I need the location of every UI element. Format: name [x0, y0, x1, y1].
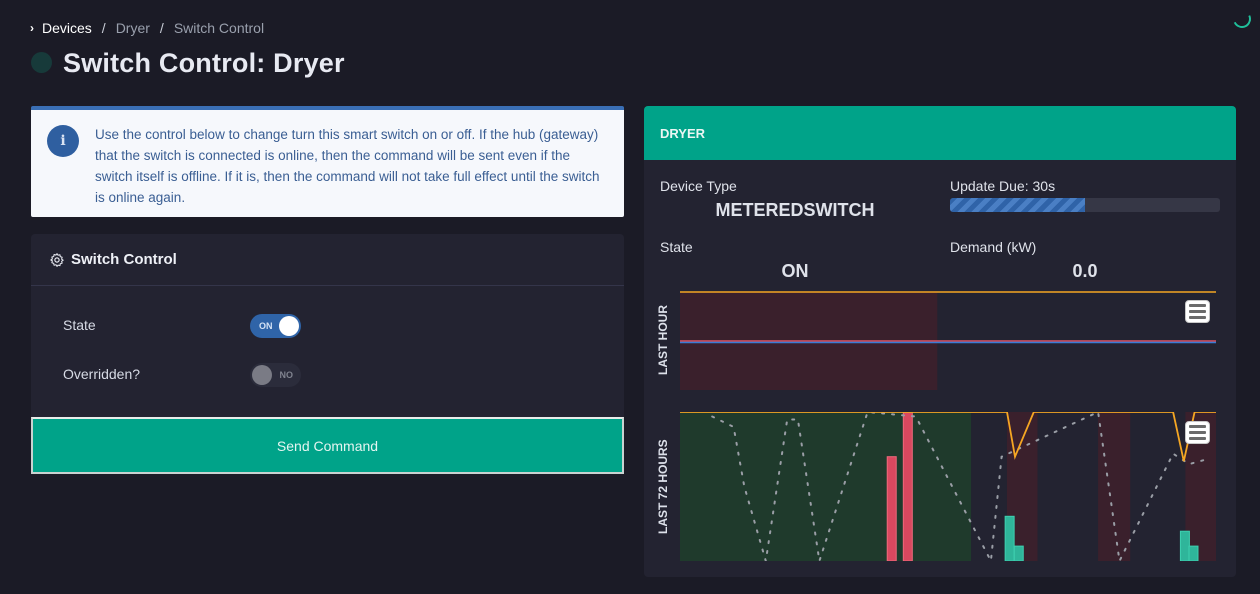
device-type-label: Device Type: [660, 178, 737, 194]
alert-text: Use the control below to change turn thi…: [95, 127, 600, 205]
on-band: [680, 412, 972, 561]
loading-spinner-icon: [1230, 7, 1254, 31]
state-value: ON: [781, 261, 809, 281]
toggle-knob: [279, 316, 299, 336]
breadcrumb-current: Switch Control: [173, 20, 265, 36]
chevron-right-icon: ›: [30, 21, 34, 35]
chart-title-last-72-hours: LAST 72 HOURS: [656, 439, 670, 534]
card-title: Switch Control: [71, 251, 177, 268]
switch-control-card: Switch Control State ON Overridden? NO: [31, 234, 624, 417]
device-type-value: METEREDSWITCH: [715, 200, 875, 220]
card-header: Switch Control: [31, 234, 624, 286]
toggle-label: ON: [259, 321, 273, 331]
info-icon: i: [47, 125, 79, 157]
state-toggle[interactable]: ON: [250, 314, 301, 338]
status-dot: [31, 52, 52, 73]
demand-value: 0.0: [1072, 261, 1098, 281]
chart-title-last-hour: LAST HOUR: [656, 305, 670, 375]
update-progress-bar: [950, 198, 1220, 212]
high-bar: [902, 412, 913, 561]
energy-bar: [1179, 530, 1190, 561]
breadcrumb-separator: /: [101, 20, 106, 36]
chart-menu-icon[interactable]: [1185, 300, 1210, 323]
breadcrumb-devices[interactable]: Devices: [42, 20, 92, 36]
send-command-button[interactable]: Send Command: [31, 417, 624, 474]
progress-fill: [950, 198, 1085, 212]
overridden-toggle[interactable]: NO: [250, 363, 301, 387]
energy-bar: [1013, 545, 1024, 561]
off-band: [1098, 412, 1131, 561]
info-alert: i Use the control below to change turn t…: [31, 106, 624, 217]
demand-label: Demand (kW): [950, 239, 1037, 255]
overridden-label: Overridden?: [63, 366, 141, 382]
last-hour-chart: [680, 291, 1216, 390]
gear-icon: [50, 252, 64, 267]
toggle-knob: [252, 365, 272, 385]
energy-bar: [1004, 515, 1015, 561]
energy-bar: [1188, 545, 1199, 561]
update-due-label: Update Due: 30s: [950, 178, 1056, 194]
device-card: DRYER Device Type METEREDSWITCH Update D…: [644, 106, 1236, 577]
device-name: DRYER: [644, 106, 1236, 160]
toggle-label: NO: [279, 370, 294, 380]
chart-menu-icon[interactable]: [1185, 421, 1210, 444]
breadcrumb-dryer[interactable]: Dryer: [116, 20, 150, 36]
last-72-hours-chart: [680, 412, 1216, 561]
state-label: State: [63, 317, 96, 333]
state-label: State: [660, 239, 693, 255]
high-bar: [886, 456, 897, 561]
breadcrumb-separator: /: [159, 20, 164, 36]
breadcrumb: › Devices / Dryer / Switch Control: [30, 18, 264, 38]
page-title: Switch Control: Dryer: [63, 48, 345, 78]
